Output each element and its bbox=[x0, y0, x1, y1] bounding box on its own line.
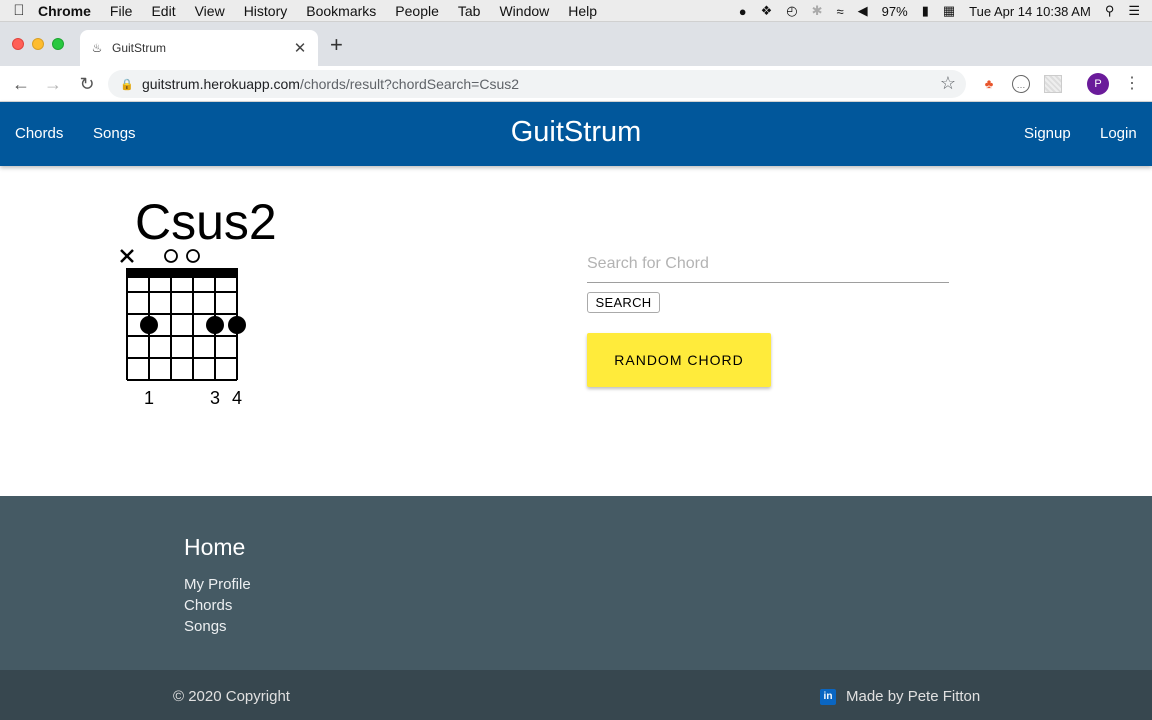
new-tab-icon[interactable]: + bbox=[330, 34, 343, 56]
menu-view[interactable]: View bbox=[195, 3, 225, 19]
notification-center-icon[interactable]: ☰ bbox=[1128, 3, 1140, 19]
finger-number: 3 bbox=[210, 388, 220, 408]
finger-number: 4 bbox=[232, 388, 242, 408]
tab-close-icon[interactable]: ✕ bbox=[292, 39, 308, 57]
menu-edit[interactable]: Edit bbox=[151, 3, 175, 19]
window-zoom-button[interactable] bbox=[52, 38, 64, 50]
footer-link-songs[interactable]: Songs bbox=[184, 618, 227, 635]
footer: Home My Profile Chords Songs bbox=[0, 496, 1152, 670]
menu-window[interactable]: Window bbox=[499, 3, 549, 19]
nav-login-link[interactable]: Login bbox=[1100, 125, 1137, 142]
open-string-icon bbox=[186, 249, 200, 263]
menu-people[interactable]: People bbox=[395, 3, 439, 19]
footer-bottom-bar: © 2020 Copyright in Made by Pete Fitton bbox=[0, 670, 1152, 720]
browser-toolbar: ← → ↻ 🔒 guitstrum.herokuapp.com/chords/r… bbox=[0, 66, 1152, 102]
bookmark-star-icon[interactable]: ☆ bbox=[940, 73, 956, 94]
footer-link-chords[interactable]: Chords bbox=[184, 597, 232, 614]
random-chord-button[interactable]: RANDOM CHORD bbox=[587, 333, 771, 387]
extension-icon[interactable]: ♣ bbox=[980, 75, 998, 93]
profile-avatar[interactable]: P bbox=[1087, 73, 1109, 95]
forward-arrow-icon[interactable]: → bbox=[41, 72, 65, 96]
battery-icon[interactable]: ▮ bbox=[922, 3, 929, 19]
tab-title: GuitStrum bbox=[112, 41, 167, 55]
browser-tab[interactable]: ♨ GuitStrum ✕ bbox=[80, 30, 318, 66]
back-arrow-icon[interactable]: ← bbox=[9, 72, 33, 96]
chrome-menu-icon[interactable]: ⋮ bbox=[1124, 72, 1140, 96]
open-string-icon bbox=[164, 249, 178, 263]
finger-dot bbox=[206, 316, 224, 334]
wifi-icon[interactable]: ≈ bbox=[837, 4, 844, 19]
site-brand[interactable]: GuitStrum bbox=[0, 116, 1152, 149]
url-path: /chords/result?chordSearch=Csus2 bbox=[299, 76, 520, 92]
menu-history[interactable]: History bbox=[244, 3, 288, 19]
made-by-link[interactable]: Made by Pete Fitton bbox=[846, 688, 980, 705]
lock-icon[interactable]: 🔒 bbox=[120, 78, 134, 91]
chord-diagram: 1 34 bbox=[120, 249, 246, 408]
menu-tab[interactable]: Tab bbox=[458, 3, 481, 19]
window-close-button[interactable] bbox=[12, 38, 24, 50]
string-markers bbox=[120, 249, 200, 263]
footer-heading: Home bbox=[184, 534, 246, 560]
apple-icon[interactable]:  bbox=[0, 2, 38, 19]
menu-help[interactable]: Help bbox=[568, 3, 597, 19]
reload-icon[interactable]: ↻ bbox=[75, 72, 99, 96]
menubar-status-area: ● ❖ ◴ ✱ ≈ ◀ 97% ▮ ▦ Tue Apr 14 10:38 AM … bbox=[725, 0, 1152, 22]
url-host: guitstrum.herokuapp.com bbox=[142, 76, 300, 92]
window-minimize-button[interactable] bbox=[32, 38, 44, 50]
menu-file[interactable]: File bbox=[110, 3, 133, 19]
time-machine-icon[interactable]: ◴ bbox=[786, 3, 797, 19]
finger-number: 1 bbox=[144, 388, 154, 408]
finger-dot bbox=[228, 316, 246, 334]
elephant-icon[interactable]: ● bbox=[739, 4, 747, 19]
address-bar[interactable]: 🔒 guitstrum.herokuapp.com/chords/result?… bbox=[108, 70, 966, 98]
menu-chrome[interactable]: Chrome bbox=[38, 3, 91, 19]
dropbox-icon[interactable]: ❖ bbox=[761, 3, 773, 19]
finger-dot bbox=[140, 316, 158, 334]
volume-icon[interactable]: ◀ bbox=[858, 3, 868, 19]
search-icon[interactable]: ⚲ bbox=[1105, 3, 1115, 19]
bluetooth-icon[interactable]: ✱ bbox=[812, 3, 823, 19]
extension-circle-icon[interactable]: … bbox=[1012, 75, 1030, 93]
nav-signup-link[interactable]: Signup bbox=[1024, 125, 1071, 142]
macos-menu-bar:  Chrome File Edit View History Bookmark… bbox=[0, 0, 1152, 22]
finger-numbers: 1 34 bbox=[144, 388, 242, 408]
site-navbar: Chords Songs GuitStrum Signup Login bbox=[0, 102, 1152, 166]
menu-bookmarks[interactable]: Bookmarks bbox=[306, 3, 376, 19]
battery-text[interactable]: 97% bbox=[882, 4, 908, 19]
chord-search-input[interactable] bbox=[587, 246, 949, 283]
guitar-favicon-icon: ♨ bbox=[91, 41, 103, 55]
clock[interactable]: Tue Apr 14 10:38 AM bbox=[969, 4, 1091, 19]
footer-link-my-profile[interactable]: My Profile bbox=[184, 576, 251, 593]
calendar-icon[interactable]: ▦ bbox=[943, 3, 955, 19]
copyright-text: © 2020 Copyright bbox=[173, 688, 290, 705]
search-button[interactable]: SEARCH bbox=[587, 292, 660, 313]
extension-grid-icon[interactable] bbox=[1044, 75, 1062, 93]
tab-strip: ♨ GuitStrum ✕ + bbox=[0, 22, 1152, 66]
linkedin-icon[interactable]: in bbox=[820, 689, 836, 705]
